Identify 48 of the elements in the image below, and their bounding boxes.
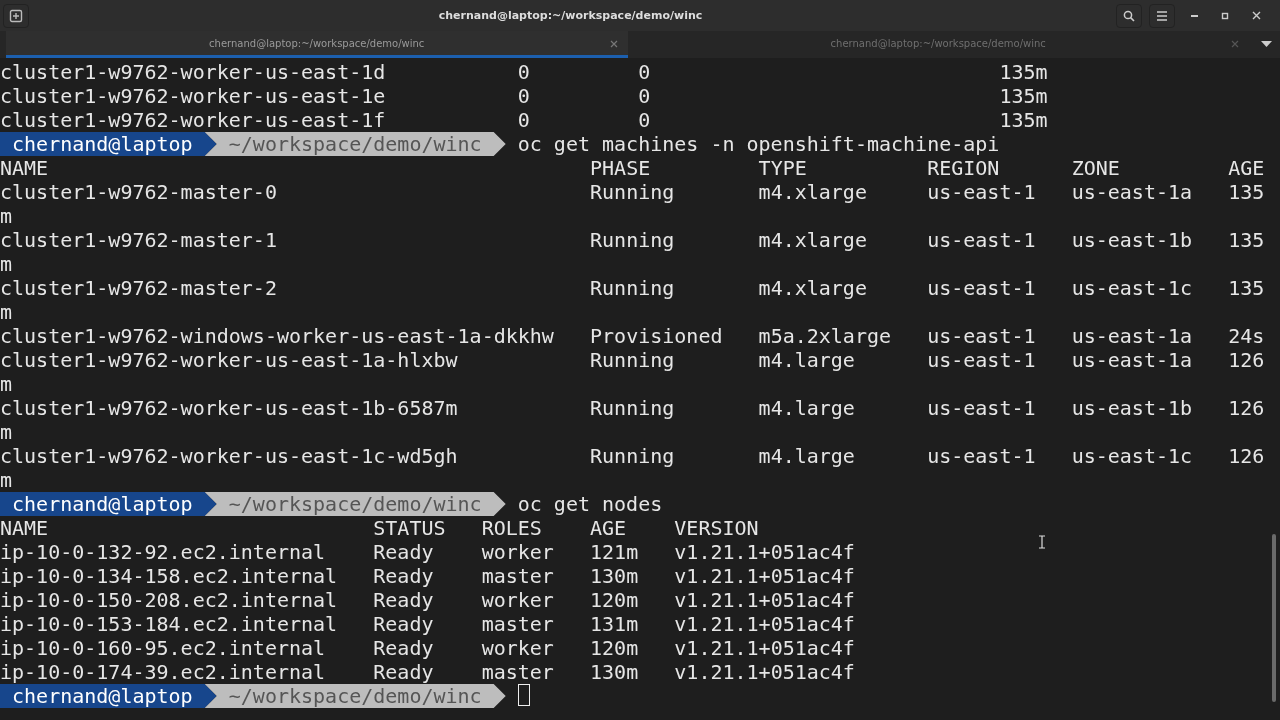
terminal-output-line: ip-10-0-174-39.ec2.internal Ready master 130m v1.21.1+051ac4f xyxy=(0,660,855,684)
menu-icon xyxy=(1156,10,1168,21)
command-text: oc get machines -n openshift-machine-api xyxy=(517,132,1000,156)
terminal-output-line: cluster1-w9762-worker-us-east-1f 0 0 135m xyxy=(0,108,1048,132)
terminal-output-line: NAME STATUS ROLES AGE VERSION xyxy=(0,516,759,540)
terminal-output-line: cluster1-w9762-worker-us-east-1c-wd5gh Running m4.large us-east-1 us-east-1c 126 xyxy=(0,444,1265,468)
terminal-output-line: m xyxy=(0,420,13,444)
prompt-user-segment: chernand@laptop xyxy=(0,132,217,156)
terminal-output-line: m xyxy=(0,300,13,324)
terminal-output-line: ip-10-0-132-92.ec2.internal Ready worker 121m v1.21.1+051ac4f xyxy=(0,540,855,564)
terminal-output-line: ip-10-0-160-95.ec2.internal Ready worker 120m v1.21.1+051ac4f xyxy=(0,636,855,660)
prompt-path-segment: ~/workspace/demo/winc xyxy=(204,492,506,516)
terminal-output-line: cluster1-w9762-worker-us-east-1e 0 0 135m xyxy=(0,84,1048,108)
new-tab-button[interactable] xyxy=(3,3,29,28)
terminal-output-line: cluster1-w9762-master-1 Running m4.xlarge us-east-1 us-east-1b 135 xyxy=(0,228,1265,252)
tab-list-caret-icon[interactable] xyxy=(1261,41,1272,48)
terminal-tab[interactable]: chernand@laptop:~/workspace/demo/winc xyxy=(627,31,1249,58)
minimize-icon xyxy=(1190,14,1198,17)
terminal-output-line: cluster1-w9762-worker-us-east-1d 0 0 135m xyxy=(0,60,1048,84)
close-icon xyxy=(1251,11,1261,20)
scrollbar-thumb[interactable] xyxy=(1272,534,1276,702)
search-button[interactable] xyxy=(1116,3,1142,28)
close-tab-icon[interactable] xyxy=(609,40,618,48)
prompt-user-segment: chernand@laptop xyxy=(0,492,217,516)
prompt-path-segment: ~/workspace/demo/winc xyxy=(204,132,506,156)
terminal-output-line: cluster1-w9762-master-2 Running m4.xlarge us-east-1 us-east-1c 135 xyxy=(0,276,1265,300)
prompt-path-segment: ~/workspace/demo/winc xyxy=(204,684,506,708)
terminal-output-line: ip-10-0-150-208.ec2.internal Ready worker 120m v1.21.1+051ac4f xyxy=(0,588,855,612)
terminal-output-line: cluster1-w9762-worker-us-east-1b-6587m Running m4.large us-east-1 us-east-1b 126 xyxy=(0,396,1265,420)
terminal-output-line: cluster1-w9762-windows-worker-us-east-1a-dkkhw Provisioned m5a.2xlarge us-east-1 us-east-1a 24s xyxy=(0,324,1265,348)
terminal-output-line: m xyxy=(0,252,13,276)
search-icon xyxy=(1123,9,1135,22)
terminal-output-line: ip-10-0-153-184.ec2.internal Ready master 131m v1.21.1+051ac4f xyxy=(0,612,855,636)
terminal-output-line: m xyxy=(0,204,13,228)
menu-button[interactable] xyxy=(1149,3,1175,28)
terminal-output-line: m xyxy=(0,468,13,492)
window-title: chernand@laptop:~/workspace/demo/winc xyxy=(437,9,704,22)
new-tab-icon xyxy=(9,8,23,23)
terminal-output-line: NAME PHASE TYPE REGION ZONE AGE xyxy=(0,156,1265,180)
command-text: oc get nodes xyxy=(517,492,663,516)
terminal-tab[interactable]: chernand@laptop:~/workspace/demo/winc xyxy=(6,31,628,58)
prompt-user-segment: chernand@laptop xyxy=(0,684,217,708)
terminal-output-line: cluster1-w9762-worker-us-east-1a-hlxbw Running m4.large us-east-1 us-east-1a 126 xyxy=(0,348,1265,372)
maximize-icon xyxy=(1221,11,1229,20)
mouse-ibeam-icon xyxy=(1038,535,1046,549)
terminal-output-line: cluster1-w9762-master-0 Running m4.xlarge us-east-1 us-east-1a 135 xyxy=(0,180,1265,204)
terminal-output-line: ip-10-0-134-158.ec2.internal Ready master 130m v1.21.1+051ac4f xyxy=(0,564,855,588)
terminal-output-line: m xyxy=(0,372,13,396)
